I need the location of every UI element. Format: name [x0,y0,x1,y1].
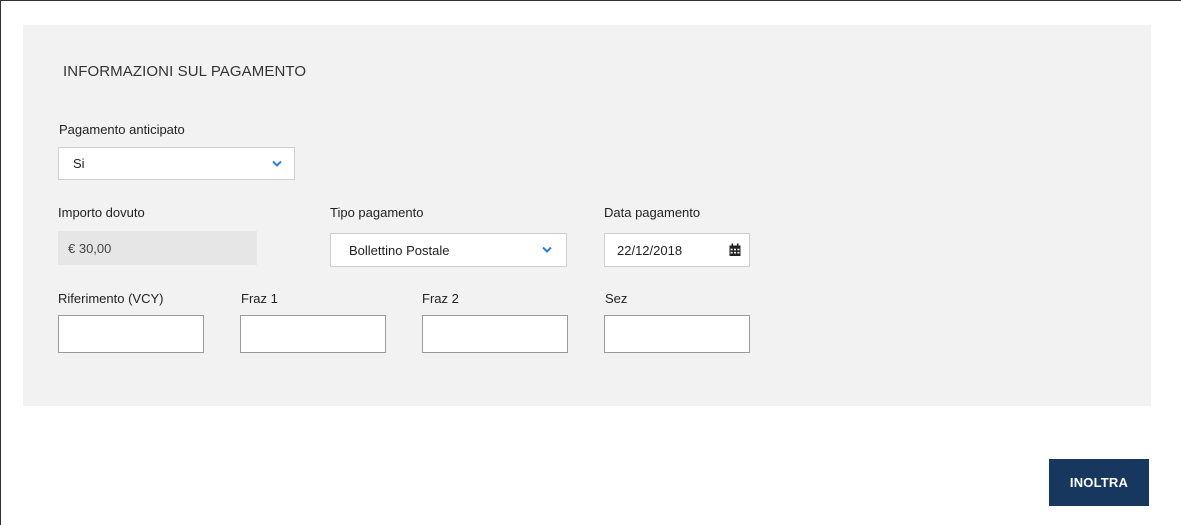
sez-label: Sez [605,291,628,306]
pagamento-anticipato-select[interactable]: Si [58,147,295,180]
importo-dovuto-label: Importo dovuto [58,205,145,220]
section-title: INFORMAZIONI SUL PAGAMENTO [63,63,307,80]
pagamento-anticipato-value: Si [73,156,85,171]
fraz2-input[interactable] [422,315,568,353]
data-pagamento-input[interactable]: 22/12/2018 [604,233,750,267]
payment-info-panel: INFORMAZIONI SUL PAGAMENTO Pagamento ant… [23,25,1151,406]
riferimento-label: Riferimento (VCY) [58,291,164,306]
tipo-pagamento-label: Tipo pagamento [330,205,424,220]
tipo-pagamento-value: Bollettino Postale [349,242,450,258]
data-pagamento-value: 22/12/2018 [617,242,683,258]
fraz1-input[interactable] [240,315,386,353]
fraz2-label: Fraz 2 [422,291,459,306]
sez-input[interactable] [604,315,750,353]
calendar-icon[interactable] [729,243,741,257]
importo-dovuto-value: € 30,00 [58,231,257,265]
chevron-down-icon [542,246,552,254]
data-pagamento-label: Data pagamento [604,205,701,220]
inoltra-button[interactable]: INOLTRA [1049,459,1149,506]
tipo-pagamento-select[interactable]: Bollettino Postale [330,233,567,267]
riferimento-input[interactable] [58,315,204,353]
chevron-down-icon [272,160,282,167]
fraz1-label: Fraz 1 [241,291,278,306]
pagamento-anticipato-label: Pagamento anticipato [59,122,185,137]
